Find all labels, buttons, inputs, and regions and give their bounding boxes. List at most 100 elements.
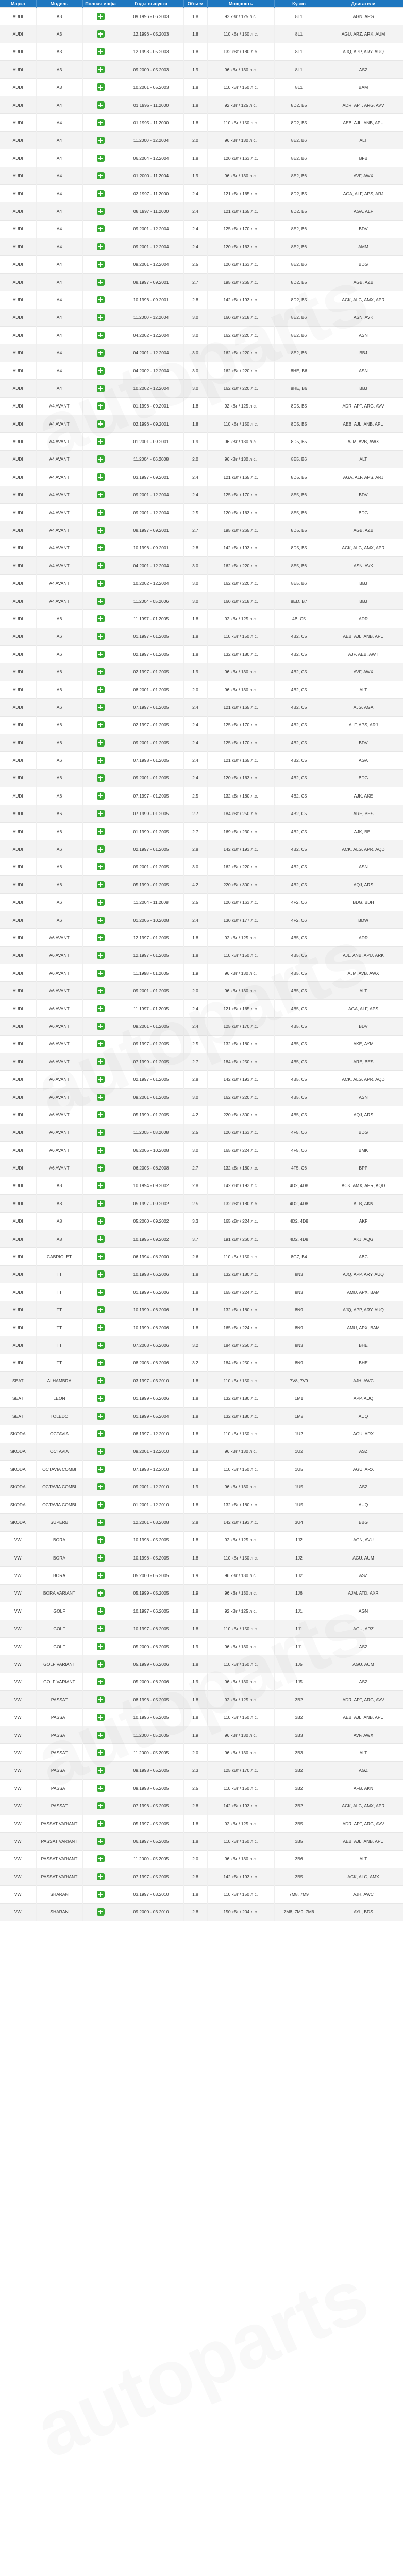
info-cell[interactable] xyxy=(82,273,119,291)
expand-plus-icon[interactable] xyxy=(96,527,105,534)
expand-plus-icon[interactable] xyxy=(96,1873,105,1880)
info-cell[interactable] xyxy=(82,238,119,256)
info-cell[interactable] xyxy=(82,716,119,734)
info-cell[interactable] xyxy=(82,999,119,1018)
info-cell[interactable] xyxy=(82,219,119,238)
expand-plus-icon[interactable] xyxy=(96,1501,105,1509)
expand-plus-icon[interactable] xyxy=(96,580,105,587)
expand-plus-icon[interactable] xyxy=(96,261,105,268)
expand-plus-icon[interactable] xyxy=(96,1678,105,1686)
info-cell[interactable] xyxy=(82,468,119,486)
expand-plus-icon[interactable] xyxy=(96,119,105,127)
expand-plus-icon[interactable] xyxy=(96,633,105,640)
expand-plus-icon[interactable] xyxy=(96,83,105,91)
info-cell[interactable] xyxy=(82,166,119,185)
info-cell[interactable] xyxy=(82,485,119,504)
column-header-model[interactable]: Модель xyxy=(36,0,83,8)
info-cell[interactable] xyxy=(82,680,119,699)
info-cell[interactable] xyxy=(82,1513,119,1532)
expand-plus-icon[interactable] xyxy=(96,597,105,605)
info-cell[interactable] xyxy=(82,1088,119,1106)
info-cell[interactable] xyxy=(82,787,119,805)
expand-plus-icon[interactable] xyxy=(96,1714,105,1721)
info-cell[interactable] xyxy=(82,414,119,433)
expand-plus-icon[interactable] xyxy=(96,969,105,977)
expand-plus-icon[interactable] xyxy=(96,455,105,463)
expand-plus-icon[interactable] xyxy=(96,1022,105,1030)
info-cell[interactable] xyxy=(82,981,119,1000)
info-cell[interactable] xyxy=(82,1141,119,1159)
info-cell[interactable] xyxy=(82,1725,119,1744)
expand-plus-icon[interactable] xyxy=(96,1430,105,1437)
info-cell[interactable] xyxy=(82,1035,119,1053)
expand-plus-icon[interactable] xyxy=(96,491,105,499)
info-cell[interactable] xyxy=(82,1336,119,1354)
expand-plus-icon[interactable] xyxy=(96,172,105,180)
info-cell[interactable] xyxy=(82,1406,119,1425)
expand-plus-icon[interactable] xyxy=(96,154,105,162)
info-cell[interactable] xyxy=(82,149,119,167)
info-cell[interactable] xyxy=(82,857,119,876)
expand-plus-icon[interactable] xyxy=(96,792,105,800)
info-cell[interactable] xyxy=(82,1708,119,1726)
expand-plus-icon[interactable] xyxy=(96,137,105,144)
column-header-years[interactable]: Годы выпуска xyxy=(119,0,184,8)
expand-plus-icon[interactable] xyxy=(96,1784,105,1792)
expand-plus-icon[interactable] xyxy=(96,703,105,711)
expand-plus-icon[interactable] xyxy=(96,934,105,941)
expand-plus-icon[interactable] xyxy=(96,296,105,303)
info-cell[interactable] xyxy=(82,1478,119,1496)
info-cell[interactable] xyxy=(82,1300,119,1319)
expand-plus-icon[interactable] xyxy=(96,1005,105,1012)
expand-plus-icon[interactable] xyxy=(96,952,105,959)
expand-plus-icon[interactable] xyxy=(96,1554,105,1562)
info-cell[interactable] xyxy=(82,769,119,787)
expand-plus-icon[interactable] xyxy=(96,721,105,729)
info-cell[interactable] xyxy=(82,1672,119,1691)
info-cell[interactable] xyxy=(82,1212,119,1230)
expand-plus-icon[interactable] xyxy=(96,1696,105,1703)
expand-plus-icon[interactable] xyxy=(96,544,105,552)
info-cell[interactable] xyxy=(82,1655,119,1673)
expand-plus-icon[interactable] xyxy=(96,668,105,676)
expand-plus-icon[interactable] xyxy=(96,1448,105,1455)
expand-plus-icon[interactable] xyxy=(96,650,105,658)
info-cell[interactable] xyxy=(82,1690,119,1708)
expand-plus-icon[interactable] xyxy=(96,65,105,73)
info-cell[interactable] xyxy=(82,1903,119,1921)
expand-plus-icon[interactable] xyxy=(96,1731,105,1739)
expand-plus-icon[interactable] xyxy=(96,1891,105,1899)
info-cell[interactable] xyxy=(82,1566,119,1585)
info-cell[interactable] xyxy=(82,1743,119,1762)
expand-plus-icon[interactable] xyxy=(96,1288,105,1296)
info-cell[interactable] xyxy=(82,1531,119,1549)
info-cell[interactable] xyxy=(82,627,119,646)
info-cell[interactable] xyxy=(82,1283,119,1301)
expand-plus-icon[interactable] xyxy=(96,1820,105,1827)
info-cell[interactable] xyxy=(82,521,119,539)
column-header-info[interactable]: Полная инфа xyxy=(82,0,119,8)
info-cell[interactable] xyxy=(82,361,119,380)
info-cell[interactable] xyxy=(82,804,119,823)
expand-plus-icon[interactable] xyxy=(96,899,105,906)
info-cell[interactable] xyxy=(82,95,119,114)
expand-plus-icon[interactable] xyxy=(96,473,105,481)
expand-plus-icon[interactable] xyxy=(96,1217,105,1225)
info-cell[interactable] xyxy=(82,591,119,610)
expand-plus-icon[interactable] xyxy=(96,1802,105,1810)
expand-plus-icon[interactable] xyxy=(96,1058,105,1065)
info-cell[interactable] xyxy=(82,1371,119,1389)
expand-plus-icon[interactable] xyxy=(96,774,105,782)
info-cell[interactable] xyxy=(82,25,119,43)
expand-plus-icon[interactable] xyxy=(96,880,105,888)
expand-plus-icon[interactable] xyxy=(96,757,105,765)
expand-plus-icon[interactable] xyxy=(96,314,105,321)
info-cell[interactable] xyxy=(82,1797,119,1815)
expand-plus-icon[interactable] xyxy=(96,1589,105,1597)
expand-plus-icon[interactable] xyxy=(96,384,105,392)
info-cell[interactable] xyxy=(82,1159,119,1177)
expand-plus-icon[interactable] xyxy=(96,1412,105,1420)
info-cell[interactable] xyxy=(82,751,119,770)
expand-plus-icon[interactable] xyxy=(96,243,105,250)
expand-plus-icon[interactable] xyxy=(96,1270,105,1278)
